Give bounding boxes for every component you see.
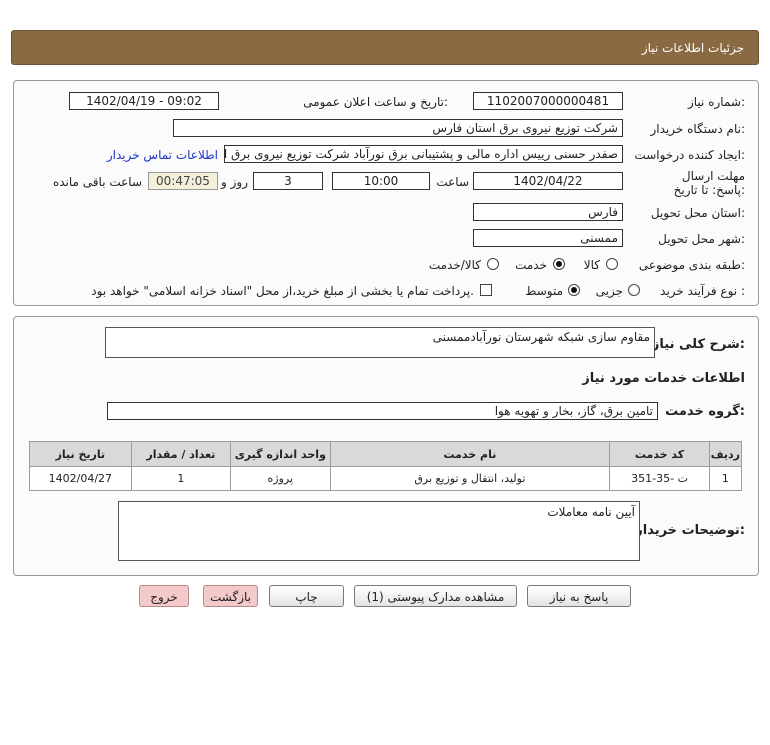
services-table: ردیف کد خدمت نام خدمت واحد اندازه گیری ت… (29, 441, 743, 491)
cell-code: ت -35-351 (609, 466, 710, 491)
view-attachments-button[interactable]: مشاهده مدارک پیوستی (1) (354, 585, 517, 607)
province-field: فارس (473, 203, 623, 221)
reply-button[interactable]: پاسخ به نیاز (527, 585, 631, 607)
deadline-date-field: 1402/04/22 (473, 172, 623, 190)
payment-note: پرداخت تمام یا بخشی از مبلغ خرید،از محل … (91, 284, 474, 298)
cell-row: 1 (708, 466, 743, 491)
cell-qty: 1 (130, 466, 232, 491)
services-grid: ردیف کد خدمت نام خدمت واحد اندازه گیری ت… (29, 441, 743, 491)
deadline-time-field: 10:00 (332, 172, 430, 190)
need-number-label: شماره نیاز: (687, 95, 745, 109)
buyer-notes-label: توضیحات خریدار: (635, 523, 745, 538)
summary-field: مقاوم سازی شبکه شهرستان نورآبادممسنی (105, 327, 655, 358)
category-option-goods: کالا (583, 258, 600, 272)
col-unit: واحد اندازه گیری (230, 441, 331, 467)
back-button[interactable]: بازگشت (203, 585, 258, 607)
province-label: استان محل تحویل: (650, 206, 745, 220)
table-row: 1 ت -35-351 تولید، انتقال و توزیع برق پر… (29, 466, 743, 491)
announce-label: تاریخ و ساعت اعلان عمومی: (303, 95, 448, 109)
cell-name: تولید، انتقال و توزیع برق (329, 466, 611, 491)
deadline-label: مهلت ارسال پاسخ: تا تاریخ: (673, 169, 745, 197)
print-button[interactable]: چاپ (269, 585, 344, 607)
buyer-contact-link[interactable]: اطلاعات تماس خریدار (107, 148, 218, 162)
category-radio-goods-service[interactable] (487, 258, 499, 270)
process-radio-minor[interactable] (628, 284, 640, 296)
summary-label: شرح کلی نیاز: (651, 337, 745, 352)
services-section-title: اطلاعات خدمات مورد نیاز (582, 371, 745, 386)
service-group-field: تامین برق، گاز، بخار و تهویه هوا (107, 402, 658, 420)
city-field: ممسنی (473, 229, 623, 247)
payment-checkbox[interactable] (480, 284, 492, 296)
col-code: کد خدمت (609, 441, 710, 467)
need-number-field: 1102007000000481 (473, 92, 623, 110)
remaining-label: ساعت باقی مانده (52, 175, 142, 189)
category-option-goods-service: کالا/خدمت (428, 258, 481, 272)
category-radio-goods[interactable] (606, 258, 618, 270)
buyer-notes-field: آیین نامه معاملات (118, 501, 640, 561)
col-qty: تعداد / مقدار (130, 441, 232, 467)
exit-button[interactable]: خروج (139, 585, 189, 607)
time-label: ساعت (436, 175, 469, 189)
col-name: نام خدمت (329, 441, 611, 467)
process-option-medium: متوسط (525, 284, 563, 298)
category-option-service: خدمت (515, 258, 547, 272)
city-label: شهر محل تحویل: (658, 232, 745, 246)
buyer-org-field: شرکت توزیع نیروی برق استان فارس (173, 119, 623, 137)
process-option-minor: جزیی (595, 284, 623, 298)
process-radio-medium[interactable] (568, 284, 580, 296)
announce-field: 1402/04/19 - 09:02 (69, 92, 219, 110)
category-radio-service[interactable] (553, 258, 565, 270)
table-header-row: ردیف کد خدمت نام خدمت واحد اندازه گیری ت… (29, 441, 743, 467)
cell-date: 1402/04/27 (29, 466, 132, 491)
buyer-org-label: نام دستگاه خریدار: (650, 122, 746, 136)
col-date: تاریخ نیاز (29, 441, 132, 467)
days-label: روز و (221, 175, 248, 189)
process-label: نوع فرآیند خرید : (660, 284, 745, 298)
remaining-time-field: 00:47:05 (148, 172, 218, 190)
details-panel (13, 80, 759, 306)
col-row: ردیف (708, 441, 743, 467)
page-title: جزئیات اطلاعات نیاز (641, 41, 744, 55)
requester-field: صفدر حسنی رییس اداره مالی و پشتیبانی برق… (224, 145, 623, 163)
requester-label: ایجاد کننده درخواست: (634, 148, 745, 162)
page-header: جزئیات اطلاعات نیاز (11, 30, 759, 65)
cell-unit: پروژه (230, 466, 331, 491)
service-group-label: گروه خدمت: (665, 404, 745, 419)
category-label: طبقه بندی موضوعی: (638, 258, 745, 272)
days-field: 3 (253, 172, 323, 190)
